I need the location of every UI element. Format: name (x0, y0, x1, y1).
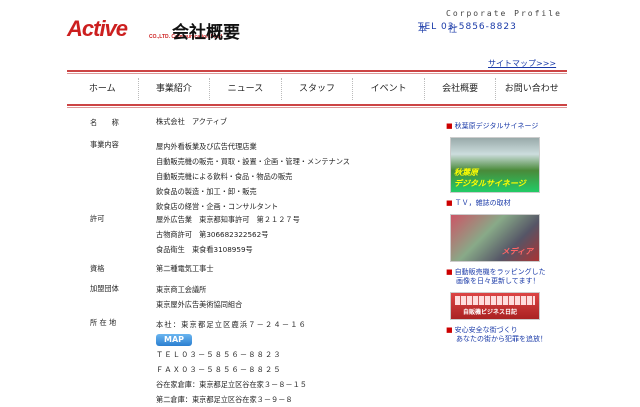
license-list: 屋外広告業 東京都知事許可 第２１２７号 古物商許可 第306682322562… (156, 212, 300, 257)
corporate-profile-label: Corporate Profile (446, 9, 562, 18)
banner-caption: メディア (501, 247, 533, 256)
qualification-value: 第二種電気工事士 (156, 264, 214, 273)
membership-list: 東京商工会議所 東京屋外広告美術協同組合 (156, 282, 242, 312)
logo-text: Active (67, 16, 128, 41)
bullet-icon: ■ (446, 199, 453, 207)
sidebar-link-safety[interactable]: ■ 安心安全な街づくり (446, 326, 568, 335)
nav-contact[interactable]: お問い合わせ (496, 78, 567, 100)
header-divider (67, 70, 567, 72)
header-divider-thin (67, 73, 567, 74)
nav-news[interactable]: ニュース (210, 78, 282, 100)
sidebar-link-vending[interactable]: ■ 自動販売機をラッピングした (446, 268, 568, 277)
business-label: 事業内容 (90, 140, 119, 149)
nav-home[interactable]: ホーム (67, 78, 139, 100)
sidebar: ■ 秋葉原デジタルサイネージ 秋葉原 デジタルサイネージ ■ ＴＶ，雑誌の取材 メデ… (446, 118, 568, 344)
nav-staff[interactable]: スタッフ (282, 78, 354, 100)
sidebar-link-label: 安心安全な街づくり (454, 326, 518, 334)
address-block: 本社：東京都足立区鹿浜７－２４－１６ MAP ＴＥＬ０３－５８５６－８８２３ Ｆ… (156, 317, 307, 407)
hq-label: 本 社 (418, 25, 459, 35)
signage-banner[interactable]: 秋葉原 デジタルサイネージ (450, 137, 540, 193)
membership-label: 加盟団体 (90, 284, 119, 293)
membership-item: 東京屋外広告美術協同組合 (156, 300, 243, 309)
page-title: 会社概要 (172, 23, 240, 43)
company-logo[interactable]: Active CO.,LTD. Communication Field (67, 16, 222, 42)
nav-event[interactable]: イベント (353, 78, 425, 100)
address-main: 本社：東京都足立区鹿浜７－２４－１６ (156, 320, 307, 329)
qualification-label: 資格 (90, 264, 105, 273)
banner-caption: デジタルサイネージ (454, 179, 526, 188)
banner-caption: 秋葉原 (454, 168, 478, 177)
address-office: 谷在家倉庫：東京都足立区谷在家３－８－１５ (156, 380, 307, 389)
address-tel: ＴＥＬ０３－５８５６－８８２３ (156, 350, 282, 359)
nav-business[interactable]: 事業紹介 (139, 78, 211, 100)
business-item: 飲食品の製造・加工・卸・販売 (156, 187, 257, 196)
sidebar-link-label: 秋葉原デジタルサイネージ (454, 122, 539, 130)
main-nav: ホーム 事業紹介 ニュース スタッフ イベント 会社概要 お問い合わせ (67, 78, 567, 100)
sidebar-link-label: 自動販売機をラッピングした (454, 268, 546, 276)
address-fax: ＦＡＸ０３－５８５６－８８２５ (156, 365, 282, 374)
sidebar-link-safety-sub[interactable]: あなたの街から犯罪を追放！ (446, 335, 568, 344)
nav-divider (67, 104, 567, 106)
banner-graphic (455, 296, 535, 305)
name-value: 株式会社 アクティブ (156, 117, 228, 126)
license-item: 古物商許可 第306682322562号 (156, 230, 269, 239)
business-list: 屋内外看板業及び広告代理店業 自動販売機の販売・買取・設置・企画・管理・メンテナ… (156, 139, 350, 214)
sidebar-link-media[interactable]: ■ ＴＶ，雑誌の取材 (446, 199, 568, 208)
nav-company[interactable]: 会社概要 (425, 78, 497, 100)
bullet-icon: ■ (446, 268, 453, 276)
vending-diary-banner[interactable]: 自販機ビジネス日記 (450, 292, 540, 320)
media-banner[interactable]: メディア (450, 214, 540, 262)
sidebar-link-signage[interactable]: ■ 秋葉原デジタルサイネージ (446, 122, 568, 131)
license-item: 屋外広告業 東京都知事許可 第２１２７号 (156, 215, 300, 224)
hq-contact: 本 社 TEL 03-5856-8823 (418, 22, 517, 35)
membership-item: 東京商工会議所 (156, 285, 207, 294)
business-item: 自動販売機による飲料・食品・物品の販売 (156, 172, 293, 181)
bullet-icon: ■ (446, 122, 453, 130)
address-label: 所 在 地 (90, 318, 117, 327)
license-item: 食品衛生 東食看3108959号 (156, 245, 253, 254)
map-button[interactable]: MAP (156, 334, 192, 346)
name-label: 名 称 (90, 118, 119, 127)
sidebar-link-vending-sub[interactable]: 画像を日々更新してます！ (446, 277, 568, 286)
sidebar-link-label: ＴＶ，雑誌の取材 (454, 199, 511, 207)
sitemap-link[interactable]: サイトマップ>>> (488, 58, 556, 69)
nav-divider-thin (67, 107, 567, 108)
banner-caption: 自販機ビジネス日記 (463, 309, 518, 316)
license-label: 許可 (90, 214, 105, 223)
business-item: 自動販売機の販売・買取・設置・企画・管理・メンテナンス (156, 157, 350, 166)
bullet-icon: ■ (446, 326, 453, 334)
business-item: 屋内外看板業及び広告代理店業 (156, 142, 257, 151)
